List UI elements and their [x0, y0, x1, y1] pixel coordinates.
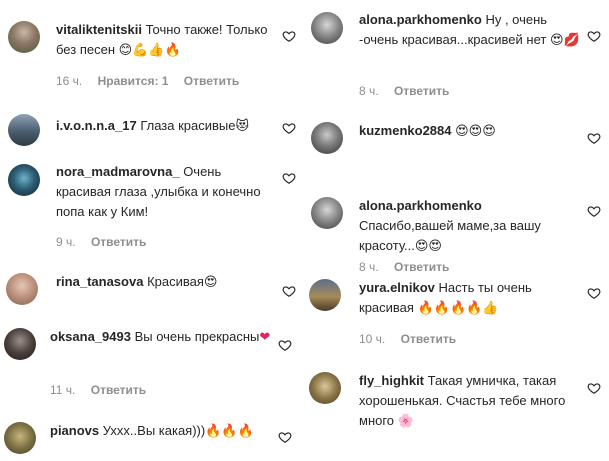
like-heart-icon[interactable] — [587, 381, 601, 395]
comment-text: Красивая — [147, 274, 204, 289]
comment-emoji: 😍💋 — [549, 33, 580, 48]
comment-item: fly_highkit Такая умничка, такая хорошен… — [305, 366, 609, 461]
likes-count-link[interactable]: Нравится: 1 — [98, 74, 169, 88]
comment-timestamp: 8 ч. — [359, 84, 379, 98]
username-link[interactable]: vitaliktenitskii — [56, 22, 142, 37]
username-link[interactable]: fly_highkit — [359, 373, 424, 388]
comment-emoji: ❤ — [259, 330, 271, 345]
like-heart-icon[interactable] — [587, 131, 601, 145]
comment-item: yura.elnikov Насть ты очень красивая 🔥🔥🔥… — [305, 270, 609, 355]
avatar[interactable] — [8, 164, 40, 196]
avatar[interactable] — [311, 197, 343, 229]
comment-item: alona.parkhomenko Спасибо,вашей маме,за … — [305, 190, 609, 274]
comment-emoji: 😻 — [235, 119, 250, 134]
like-heart-icon[interactable] — [282, 121, 296, 135]
comment-emoji: 😍 — [203, 275, 218, 290]
reply-button[interactable]: Ответить — [91, 235, 146, 249]
comments-column-right: alona.parkhomenko Ну , очень -очень крас… — [305, 0, 609, 461]
comment-body: vitaliktenitskii Точно также! Только без… — [56, 20, 278, 61]
like-heart-icon[interactable] — [282, 171, 296, 185]
avatar[interactable] — [4, 422, 36, 454]
comment-emoji: 😊💪👍🔥 — [118, 43, 181, 58]
username-link[interactable]: alona.parkhomenko — [359, 196, 585, 216]
like-heart-icon[interactable] — [587, 204, 601, 218]
comment-text: Уххх..Вы какая))) — [102, 423, 206, 438]
comment-timestamp: 9 ч. — [56, 235, 76, 249]
comment-body: fly_highkit Такая умничка, такая хорошен… — [359, 371, 585, 432]
reply-button[interactable]: Ответить — [401, 332, 456, 346]
comment-timestamp: 10 ч. — [359, 332, 386, 346]
reply-button[interactable]: Ответить — [184, 74, 239, 88]
like-heart-icon[interactable] — [587, 286, 601, 300]
comment-text: Глаза красивые — [140, 118, 236, 133]
username-link[interactable]: rina_tanasova — [56, 274, 143, 289]
username-link[interactable]: alona.parkhomenko — [359, 12, 482, 27]
comment-body: kuzmenko2884 😍😍😍 — [359, 121, 585, 142]
comment-meta: 10 ч. Ответить — [359, 331, 456, 347]
avatar[interactable] — [309, 372, 341, 404]
comment-body: pianovs Уххх..Вы какая)))🔥🔥🔥 — [50, 421, 278, 442]
comment-timestamp: 16 ч. — [56, 74, 83, 88]
username-link[interactable]: i.v.o.n.n.a_17 — [56, 118, 137, 133]
comment-emoji: 🔥🔥🔥 — [205, 424, 254, 439]
comment-emoji: 🔥🔥🔥🔥👍 — [417, 301, 499, 316]
like-heart-icon[interactable] — [587, 29, 601, 43]
username-link[interactable]: yura.elnikov — [359, 280, 435, 295]
comment-body: nora_madmarovna_ Очень красивая глаза ,у… — [56, 162, 278, 222]
comment-meta: 16 ч. Нравится: 1 Ответить — [56, 73, 239, 89]
comment-body: i.v.o.n.n.a_17 Глаза красивые😻 — [56, 116, 278, 137]
avatar[interactable] — [8, 21, 40, 53]
comment-item: nora_madmarovna_ Очень красивая глаза ,у… — [0, 150, 300, 255]
username-link[interactable]: nora_madmarovna_ — [56, 164, 180, 179]
avatar[interactable] — [309, 279, 341, 311]
reply-button[interactable]: Ответить — [91, 383, 146, 397]
username-link[interactable]: pianovs — [50, 423, 99, 438]
like-heart-icon[interactable] — [278, 430, 292, 444]
avatar[interactable] — [6, 273, 38, 305]
like-heart-icon[interactable] — [282, 284, 296, 298]
comment-emoji: 🌸 — [397, 414, 414, 429]
comment-meta: 8 ч. Ответить — [359, 83, 449, 99]
like-heart-icon[interactable] — [278, 338, 292, 352]
comment-item: i.v.o.n.n.a_17 Глаза красивые😻 — [0, 100, 300, 150]
comment-body: alona.parkhomenko Спасибо,вашей маме,за … — [359, 196, 585, 257]
comment-text: Вы очень прекрасны — [134, 329, 260, 344]
comment-text: Спасибо,вашей маме,за вашу красоту... — [359, 218, 541, 253]
reply-button[interactable]: Ответить — [394, 84, 449, 98]
comment-meta: 11 ч. Ответить — [50, 382, 146, 398]
avatar[interactable] — [311, 122, 343, 154]
comment-body: rina_tanasova Красивая😍 — [56, 272, 278, 293]
comment-item: rina_tanasova Красивая😍 — [0, 262, 300, 312]
comment-timestamp: 11 ч. — [50, 383, 76, 397]
avatar[interactable] — [4, 328, 36, 360]
comment-item: alona.parkhomenko Ну , очень -очень крас… — [305, 0, 609, 105]
comment-item: oksana_9493 Вы очень прекрасны❤ 11 ч. От… — [0, 318, 300, 408]
comment-body: yura.elnikov Насть ты очень красивая 🔥🔥🔥… — [359, 278, 585, 319]
avatar[interactable] — [8, 114, 40, 146]
comment-meta: 9 ч. Ответить — [56, 234, 146, 250]
username-link[interactable]: oksana_9493 — [50, 329, 131, 344]
comment-emoji: 😍😍😍 — [455, 124, 496, 139]
avatar[interactable] — [311, 12, 343, 44]
username-link[interactable]: kuzmenko2884 — [359, 123, 452, 138]
comment-item: pianovs Уххх..Вы какая)))🔥🔥🔥 — [0, 412, 300, 461]
comment-body: oksana_9493 Вы очень прекрасны❤ — [50, 327, 278, 348]
comment-body: alona.parkhomenko Ну , очень -очень крас… — [359, 10, 585, 51]
comment-item: kuzmenko2884 😍😍😍 — [305, 112, 609, 162]
comment-emoji: 😍😍 — [414, 239, 442, 254]
like-heart-icon[interactable] — [282, 29, 296, 43]
comments-column-left: vitaliktenitskii Точно также! Только без… — [0, 0, 300, 461]
comment-item: vitaliktenitskii Точно также! Только без… — [0, 0, 300, 100]
